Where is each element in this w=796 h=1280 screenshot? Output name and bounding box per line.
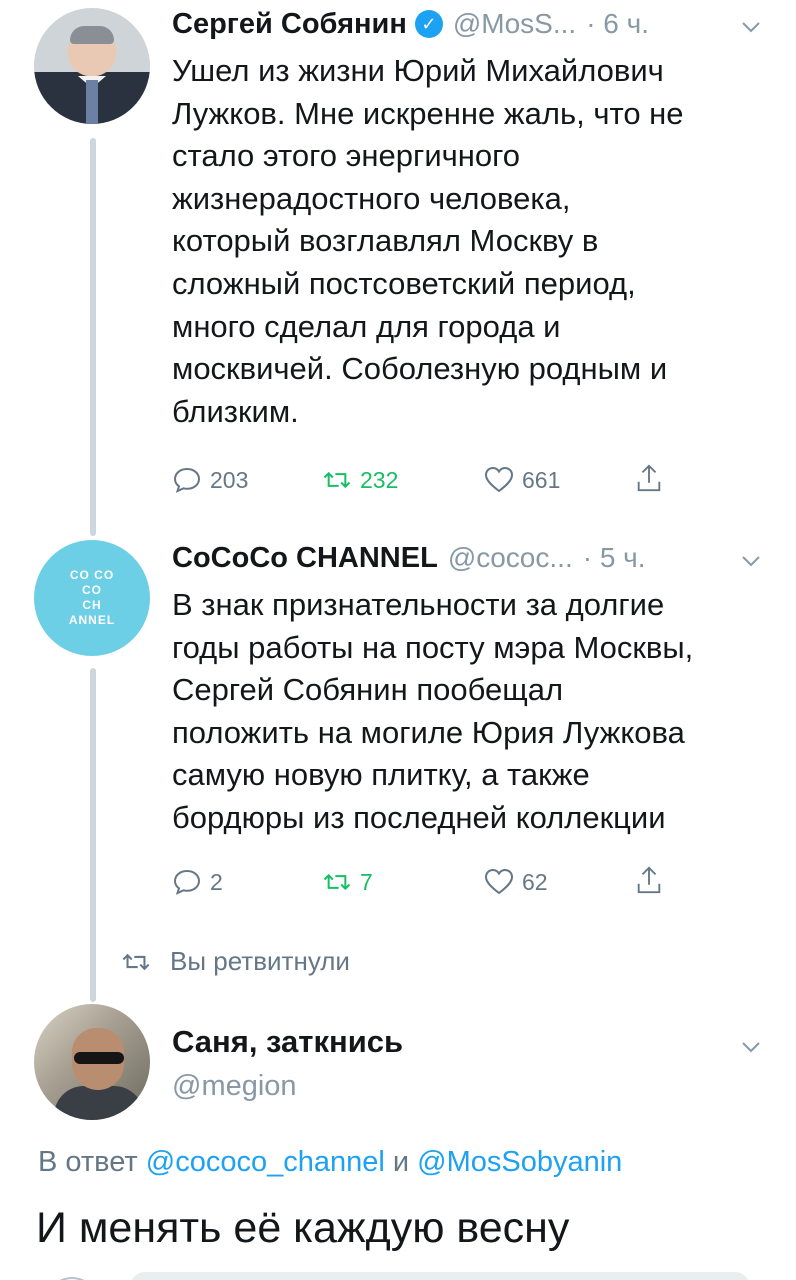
tweet-actions: 2 7 62 bbox=[172, 864, 692, 904]
tweet-header: Сергей Собянин ✓ @MosS... · 6 ч. bbox=[172, 2, 649, 46]
retweet-button[interactable]: 232 bbox=[322, 462, 398, 498]
retweet-count: 232 bbox=[360, 466, 399, 493]
compose-avatar-icon bbox=[52, 1270, 92, 1280]
author-name[interactable]: CoCoCo CHANNEL bbox=[172, 542, 438, 575]
like-count: 661 bbox=[522, 466, 561, 493]
like-button[interactable]: 661 bbox=[484, 462, 560, 498]
tweet-text: В знак признательности за долгие годы ра… bbox=[172, 587, 694, 835]
tweet-header: CoCoCo CHANNEL @cococ... · 5 ч. bbox=[172, 536, 646, 580]
author-handle[interactable]: @megion bbox=[172, 1070, 297, 1103]
share-icon bbox=[637, 464, 661, 492]
chevron-down-icon[interactable] bbox=[740, 16, 762, 38]
logo-text: CH bbox=[82, 598, 102, 612]
reply-count: 2 bbox=[210, 868, 223, 895]
reply-to-line: В ответ @cococo_channel и @MosSobyanin bbox=[38, 1146, 622, 1179]
retweet-count: 7 bbox=[360, 868, 373, 895]
avatar-sanya[interactable] bbox=[34, 1004, 150, 1120]
author-handle[interactable]: @cococ... bbox=[448, 542, 573, 574]
reply-tweet-text: И менять её каждую весну bbox=[36, 1204, 570, 1252]
avatar-hair bbox=[70, 26, 114, 44]
like-button[interactable]: 62 bbox=[484, 864, 548, 900]
mention-link-mossobyanin[interactable]: @MosSobyanin bbox=[417, 1146, 622, 1178]
author-name[interactable]: Саня, заткнись bbox=[172, 1024, 403, 1060]
reply-count: 203 bbox=[210, 466, 249, 493]
tweet-time[interactable]: · 6 ч. bbox=[586, 8, 649, 40]
thread-connector bbox=[90, 138, 96, 536]
reply-button[interactable]: 203 bbox=[172, 462, 248, 498]
reply-to-prefix: В ответ bbox=[38, 1146, 138, 1178]
reply-to-joiner: и bbox=[392, 1146, 410, 1178]
like-count: 62 bbox=[522, 868, 548, 895]
tweet-thread: Сергей Собянин ✓ @MosS... · 6 ч. Ушел из… bbox=[0, 0, 796, 1280]
share-button[interactable] bbox=[634, 460, 672, 496]
reply-icon bbox=[173, 869, 201, 895]
share-button[interactable] bbox=[634, 862, 672, 898]
heart-icon bbox=[484, 868, 514, 895]
share-icon bbox=[637, 866, 661, 894]
avatar-cococo-channel[interactable]: CO CO CO CH ANNEL bbox=[34, 540, 150, 656]
avatar-tie bbox=[86, 80, 98, 124]
chevron-down-icon[interactable] bbox=[740, 1036, 762, 1058]
retweet-icon bbox=[323, 471, 351, 489]
thread-connector bbox=[90, 668, 96, 1002]
chevron-down-icon[interactable] bbox=[740, 550, 762, 572]
retweeted-notice: Вы ретвитнули bbox=[120, 946, 350, 977]
retweet-icon bbox=[323, 873, 351, 891]
tweet-text: Ушел из жизни Юрий Михайлович Лужков. Мн… bbox=[172, 53, 684, 429]
tweet-time[interactable]: · 5 ч. bbox=[583, 542, 646, 574]
author-handle[interactable]: @MosS... bbox=[453, 8, 576, 40]
reply-compose-input[interactable] bbox=[130, 1272, 750, 1280]
retweet-button[interactable]: 7 bbox=[322, 864, 373, 900]
avatar-body bbox=[54, 1086, 144, 1120]
heart-icon bbox=[484, 466, 514, 493]
author-name[interactable]: Сергей Собянин bbox=[172, 8, 407, 41]
avatar-sunglasses bbox=[74, 1052, 124, 1064]
reply-icon bbox=[173, 467, 201, 493]
verified-badge-icon: ✓ bbox=[414, 10, 443, 38]
retweeted-label: Вы ретвитнули bbox=[170, 946, 350, 976]
reply-button[interactable]: 2 bbox=[172, 864, 223, 900]
avatar-sobyanin[interactable] bbox=[34, 8, 150, 124]
logo-text: CO bbox=[82, 583, 102, 597]
retweet-icon bbox=[122, 953, 150, 970]
mention-link-cococo[interactable]: @cococo_channel bbox=[146, 1146, 385, 1178]
tweet-actions: 203 232 661 bbox=[172, 462, 692, 502]
logo-text: ANNEL bbox=[68, 613, 116, 627]
logo-text: CO CO bbox=[69, 568, 115, 582]
